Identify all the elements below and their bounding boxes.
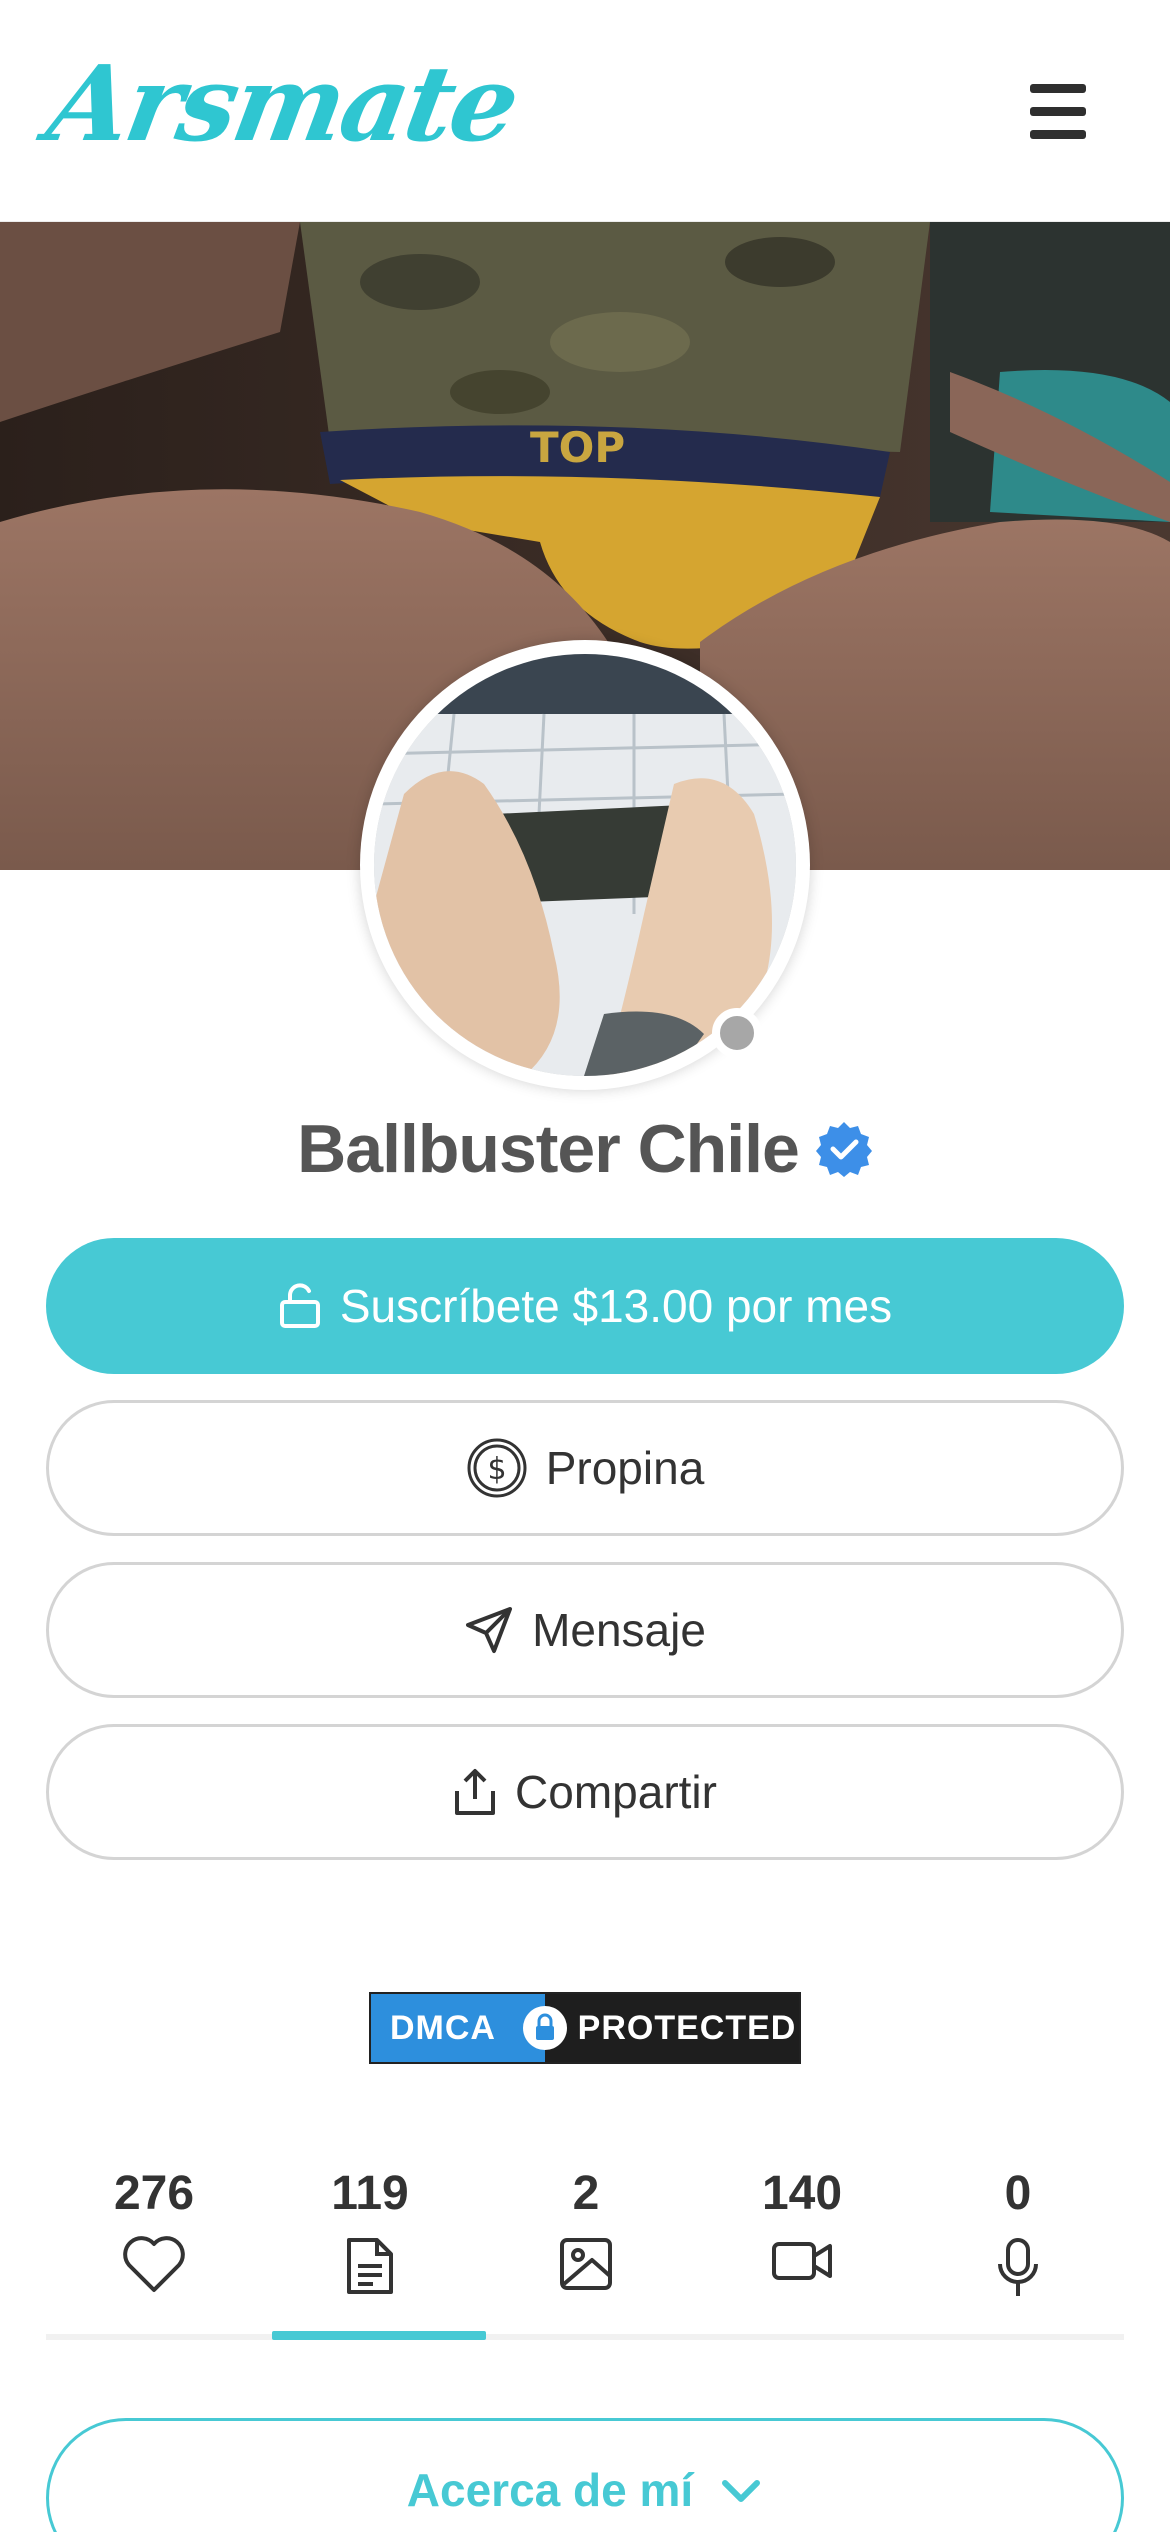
share-label: Compartir xyxy=(515,1766,717,1818)
protected-label: PROTECTED xyxy=(575,1994,799,2062)
share-button[interactable]: Compartir xyxy=(46,1724,1124,1860)
profile-name: Ballbuster Chile xyxy=(297,1111,800,1187)
hamburger-menu-icon[interactable] xyxy=(1010,80,1106,144)
verified-badge-icon xyxy=(815,1122,872,1177)
active-tab-indicator xyxy=(272,2331,486,2340)
tab-videos[interactable]: 140 xyxy=(694,2160,910,2330)
svg-text:TOP: TOP xyxy=(530,423,625,472)
dmca-badge[interactable]: DMCA PROTECTED xyxy=(369,1992,801,2064)
chevron-down-icon xyxy=(722,2480,761,2502)
message-label: Mensaje xyxy=(532,1604,706,1656)
tip-label: Propina xyxy=(545,1442,705,1494)
videos-count: 140 xyxy=(761,2167,843,2220)
dmca-label: DMCA xyxy=(371,1994,515,2062)
subscribe-button[interactable]: Suscríbete $13.00 por mes xyxy=(46,1238,1124,1374)
image-icon xyxy=(560,2238,612,2290)
posts-count: 119 xyxy=(331,2167,409,2220)
tab-audio[interactable]: 0 xyxy=(910,2160,1126,2330)
images-count: 2 xyxy=(572,2167,600,2220)
message-button[interactable]: Mensaje xyxy=(46,1562,1124,1698)
audio-count: 0 xyxy=(1004,2167,1032,2220)
unlock-icon xyxy=(279,1283,320,1328)
tab-posts[interactable]: 119 xyxy=(262,2160,478,2330)
tip-button[interactable]: $ Propina xyxy=(46,1400,1124,1536)
tab-images[interactable]: 2 xyxy=(478,2160,694,2330)
profile-stats-tabs: 276 119 2 140 0 xyxy=(46,2160,1124,2340)
likes-count: 276 xyxy=(113,2167,195,2220)
document-icon xyxy=(347,2238,393,2294)
lock-icon xyxy=(515,1994,575,2062)
video-icon xyxy=(772,2242,832,2280)
about-me-label: Acerca de mí xyxy=(406,2464,694,2516)
svg-text:$: $ xyxy=(487,1452,506,1487)
send-icon xyxy=(466,1607,513,1653)
profile-name-row: Ballbuster Chile xyxy=(0,1104,1170,1194)
subscribe-label: Suscríbete $13.00 por mes xyxy=(339,1280,893,1332)
about-me-button[interactable]: Acerca de mí xyxy=(46,2418,1124,2532)
heart-icon xyxy=(123,2236,185,2292)
share-icon xyxy=(455,1769,496,1815)
profile-avatar[interactable] xyxy=(360,640,810,1090)
tab-likes[interactable]: 276 xyxy=(46,2160,262,2330)
top-header: Arsmate xyxy=(0,0,1170,222)
dollar-coin-icon: $ xyxy=(467,1438,527,1498)
status-indicator xyxy=(712,1008,762,1058)
microphone-icon xyxy=(998,2238,1038,2296)
arsmate-logo[interactable]: Arsmate xyxy=(39,42,525,165)
